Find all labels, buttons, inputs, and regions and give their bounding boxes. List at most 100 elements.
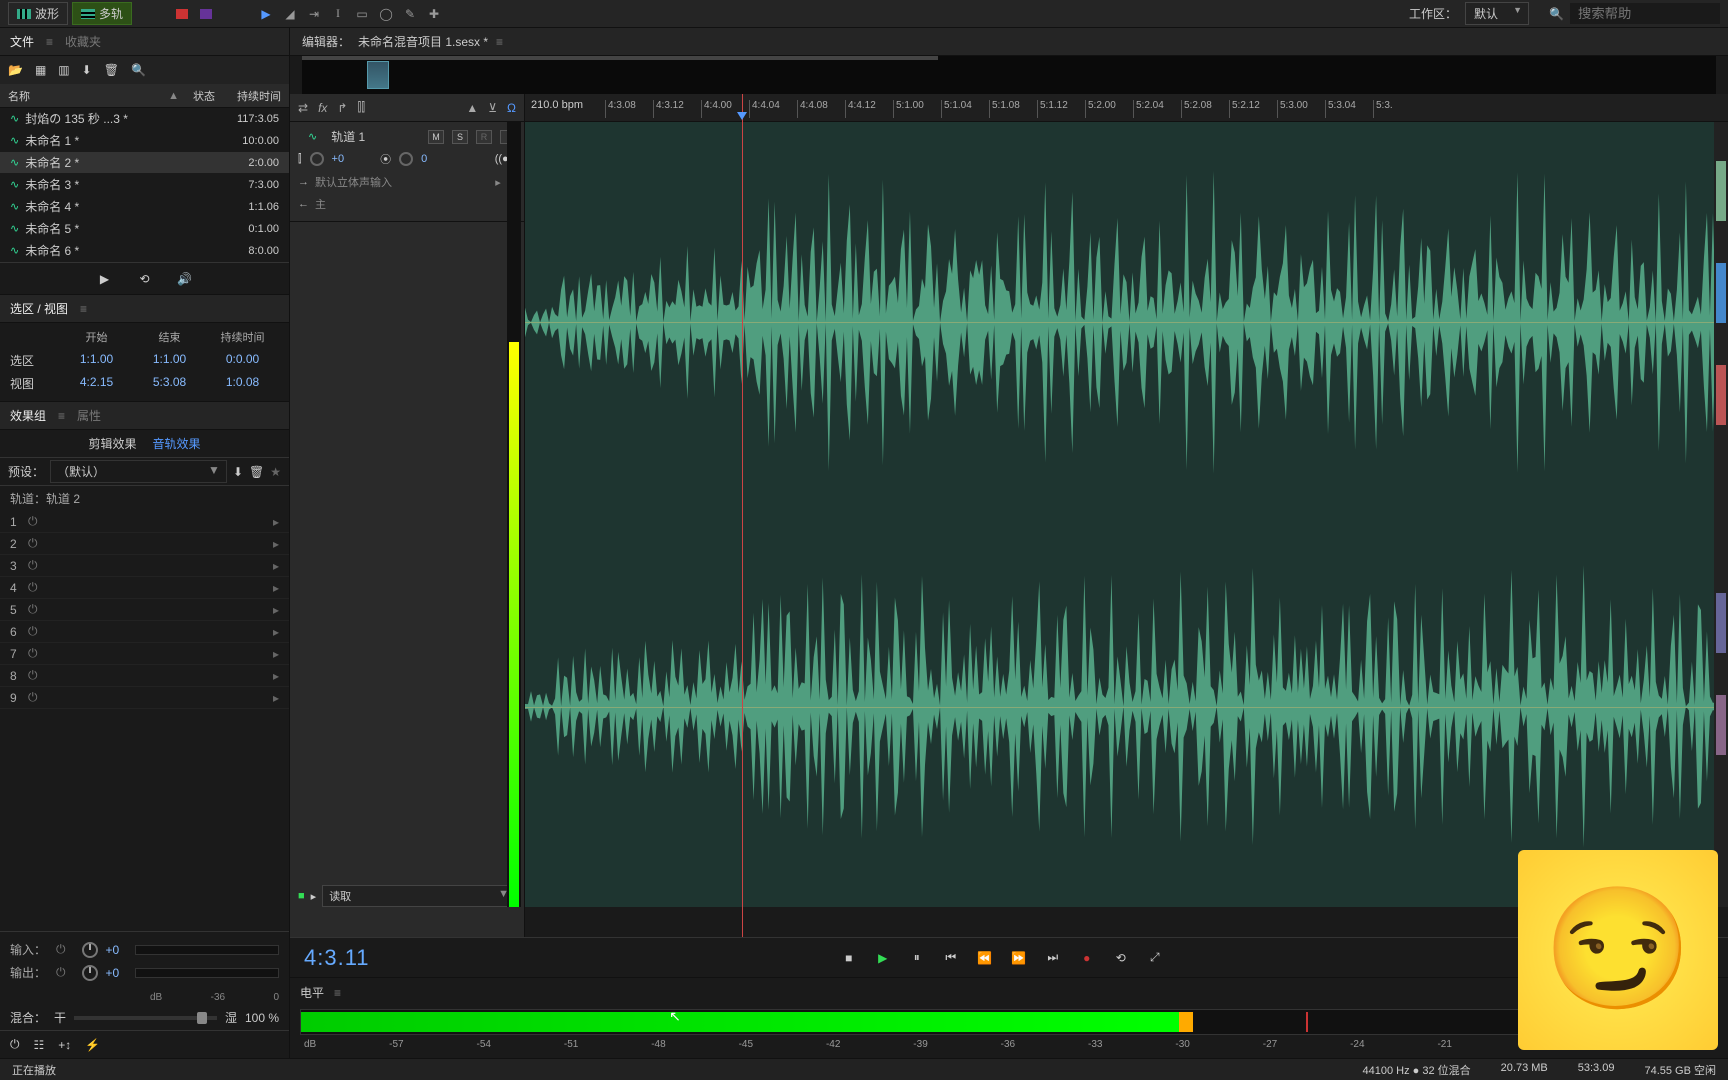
tool-b-icon[interactable]: ⊻: [488, 101, 497, 115]
volume-knob[interactable]: [310, 152, 324, 166]
go-start-button[interactable]: ⏮: [941, 948, 961, 968]
tab-files[interactable]: 文件: [10, 33, 34, 50]
search-icon[interactable]: 🔍: [1549, 7, 1564, 21]
file-row[interactable]: ∿未命名 4 *1:1.06: [0, 196, 289, 218]
mix-slider[interactable]: [74, 1016, 217, 1020]
automation-mode-select[interactable]: 读取 ▼: [322, 885, 516, 907]
master-level-meter[interactable]: ↖: [300, 1009, 1718, 1035]
output-power-icon[interactable]: ⏻: [56, 965, 66, 980]
file-row[interactable]: ∿未命名 3 *7:3.00: [0, 174, 289, 196]
file-row[interactable]: ∿未命名 2 *2:0.00: [0, 152, 289, 174]
tab-effects-group[interactable]: 效果组: [10, 407, 46, 424]
fx-slot-power-icon[interactable]: ⏻: [28, 536, 38, 551]
fx-slot-power-icon[interactable]: ⏻: [28, 580, 38, 595]
fx-slot-power-icon[interactable]: ⏻: [28, 646, 38, 661]
time-select-tool-icon[interactable]: I: [328, 4, 348, 24]
fx-slot-arrow-icon[interactable]: ▸: [273, 669, 279, 683]
preset-delete-icon[interactable]: 🗑: [249, 465, 264, 479]
fx-slot-arrow-icon[interactable]: ▸: [273, 625, 279, 639]
track-name[interactable]: 轨道 1: [331, 128, 420, 145]
go-end-button[interactable]: ⏭: [1043, 948, 1063, 968]
selection-menu-icon[interactable]: ≡: [80, 302, 87, 316]
file-play-button[interactable]: ▶: [95, 269, 115, 289]
loop-button[interactable]: ⟲: [1111, 948, 1131, 968]
workspace-select[interactable]: 默认: [1465, 2, 1529, 25]
time-ruler[interactable]: 210.0 bpm 4:3.084:3.124:4.004:4.044:4.08…: [525, 94, 1728, 122]
fx-slot[interactable]: 5⏻▸: [0, 599, 289, 621]
input-gain-value[interactable]: +0: [106, 943, 120, 957]
fx-slot[interactable]: 4⏻▸: [0, 577, 289, 599]
tool-fx-icon[interactable]: ⇄: [298, 101, 308, 115]
mode-multitrack-button[interactable]: 多轨: [72, 2, 132, 25]
file-row[interactable]: ∿未命名 1 *10:0.00: [0, 130, 289, 152]
input-power-icon[interactable]: ⏻: [56, 942, 66, 957]
trash-icon[interactable]: 🗑: [104, 63, 119, 77]
input-gain-knob[interactable]: [82, 942, 98, 958]
fx-slot[interactable]: 9⏻▸: [0, 687, 289, 709]
track-mute-button[interactable]: M: [428, 130, 444, 144]
play-button[interactable]: ▶: [873, 948, 893, 968]
file-row[interactable]: ∿封焰の 135 秒 ...3 *117:3.05: [0, 108, 289, 130]
fx-slot[interactable]: 3⏻▸: [0, 555, 289, 577]
panel-menu-icon[interactable]: ≡: [46, 35, 53, 49]
rewind-button[interactable]: ⏪: [975, 948, 995, 968]
automation-expand-icon[interactable]: ▸: [311, 890, 317, 903]
pan-value[interactable]: 0: [421, 153, 427, 165]
fx-menu-icon[interactable]: ≡: [58, 409, 65, 423]
spectral-red-icon[interactable]: [172, 4, 192, 24]
time-display[interactable]: 4:3.11: [304, 945, 370, 971]
pan-knob[interactable]: [399, 152, 413, 166]
vertical-scroll[interactable]: [1714, 122, 1728, 907]
export-icon[interactable]: ⬇: [82, 63, 92, 77]
slip-tool-icon[interactable]: ⇥: [304, 4, 324, 24]
track-header[interactable]: ∿ 轨道 1 M S R I ⫿ +0 ⦿ 0: [290, 122, 524, 222]
waveform-clip[interactable]: [525, 122, 1728, 907]
view-dur-value[interactable]: 1:0.08: [206, 375, 279, 392]
tool-fx2-icon[interactable]: fx: [318, 101, 327, 115]
mode-waveform-button[interactable]: 波形: [8, 2, 68, 25]
sel-start-value[interactable]: 1:1.00: [60, 352, 133, 369]
col-state-header[interactable]: 状态: [179, 88, 229, 104]
level-menu-icon[interactable]: ≡: [334, 986, 341, 1000]
preset-save-icon[interactable]: ⬇: [233, 465, 243, 479]
file-row[interactable]: ∿未命名 6 *8:0.00: [0, 240, 289, 262]
view-start-value[interactable]: 4:2.15: [60, 375, 133, 392]
bpm-display[interactable]: 210.0 bpm: [531, 99, 583, 111]
fx-slot[interactable]: 1⏻▸: [0, 511, 289, 533]
mix-percent[interactable]: 100 %: [245, 1011, 279, 1025]
col-name-header[interactable]: 名称: [8, 88, 30, 104]
razor-tool-icon[interactable]: ◢: [280, 4, 300, 24]
fx-slot-power-icon[interactable]: ⏻: [28, 668, 38, 683]
volume-value[interactable]: +0: [332, 153, 345, 165]
forward-button[interactable]: ⏩: [1009, 948, 1029, 968]
view-end-value[interactable]: 5:3.08: [133, 375, 206, 392]
file-autoplay-button[interactable]: 🔊: [175, 269, 195, 289]
file-loop-button[interactable]: ⟲: [135, 269, 155, 289]
track-record-button[interactable]: R: [476, 130, 492, 144]
new-file-icon[interactable]: ▦: [35, 63, 46, 77]
record-button[interactable]: ●: [1077, 948, 1097, 968]
track-input-select[interactable]: 默认立体声输入: [315, 174, 489, 190]
fx-slot-power-icon[interactable]: ⏻: [28, 558, 38, 573]
marquee-tool-icon[interactable]: ▭: [352, 4, 372, 24]
brush-tool-icon[interactable]: ✎: [400, 4, 420, 24]
fx-slot-power-icon[interactable]: ⏻: [28, 514, 38, 529]
fx-slot[interactable]: 8⏻▸: [0, 665, 289, 687]
fx-slot[interactable]: 7⏻▸: [0, 643, 289, 665]
fx-chain-icon[interactable]: ☷: [34, 1038, 45, 1052]
fx-slot[interactable]: 2⏻▸: [0, 533, 289, 555]
fx-slot-arrow-icon[interactable]: ▸: [273, 603, 279, 617]
tab-properties[interactable]: 属性: [77, 407, 101, 424]
tool-a-icon[interactable]: ▲: [466, 101, 478, 115]
output-gain-value[interactable]: +0: [106, 966, 120, 980]
col-duration-header[interactable]: 持续时间: [229, 88, 289, 104]
sort-up-icon[interactable]: ▲: [168, 90, 179, 102]
track-solo-button[interactable]: S: [452, 130, 468, 144]
editor-menu-icon[interactable]: ≡: [496, 35, 503, 49]
automation-power-icon[interactable]: ■: [298, 890, 305, 902]
tool-eq-icon[interactable]: ⫿⫿: [357, 100, 365, 115]
tool-snap-icon[interactable]: Ω: [507, 101, 516, 115]
track-output-select[interactable]: 主: [315, 196, 504, 212]
playhead[interactable]: [742, 94, 743, 937]
overview-clip[interactable]: [367, 61, 389, 89]
